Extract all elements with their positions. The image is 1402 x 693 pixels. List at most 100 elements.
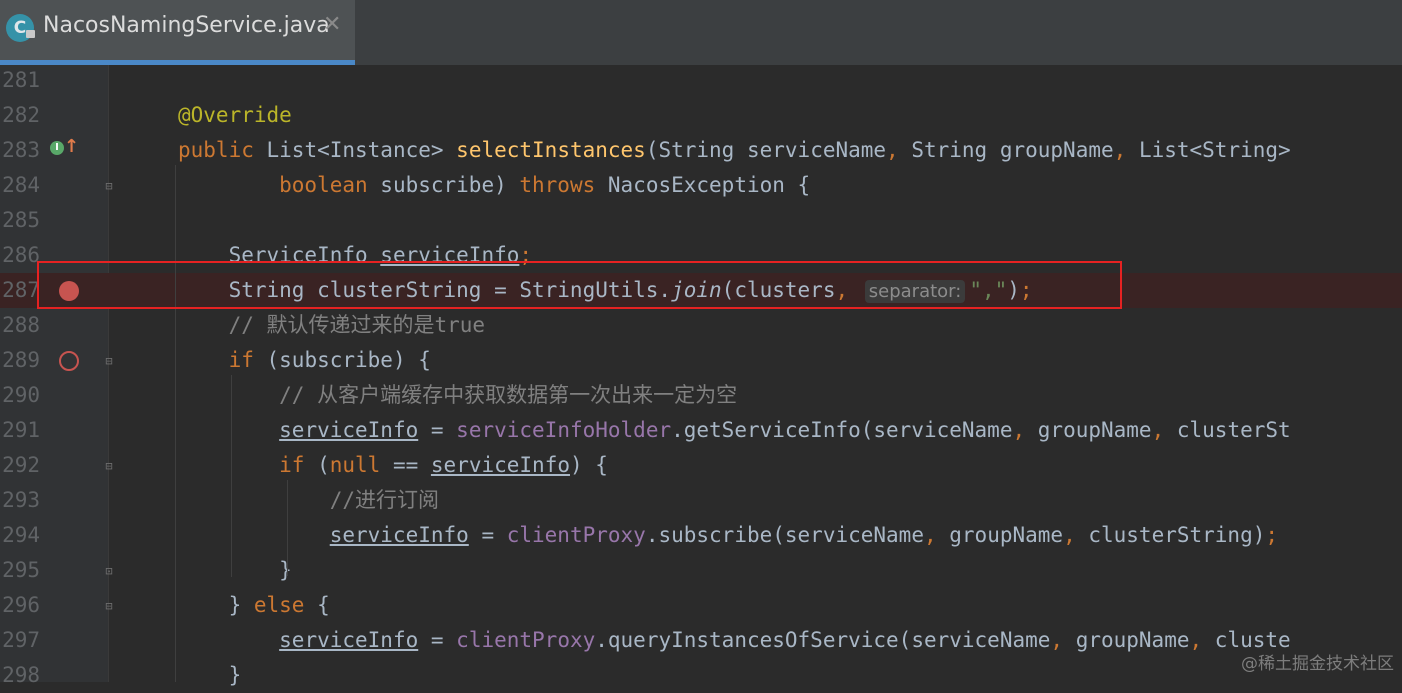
implements-method-icon[interactable]: I bbox=[50, 141, 64, 155]
code-line[interactable]: 283 public List<Instance> selectInstances… bbox=[0, 133, 1402, 168]
code-text[interactable]: serviceInfo = clientProxy.queryInstances… bbox=[178, 623, 1291, 658]
line-number[interactable]: 285 bbox=[0, 203, 40, 238]
line-number[interactable]: 288 bbox=[0, 308, 40, 343]
tab-nacos-naming-service[interactable]: C NacosNamingService.java ✕ bbox=[0, 0, 355, 65]
line-number[interactable]: 295 bbox=[0, 553, 40, 588]
code-line[interactable]: 281 bbox=[0, 63, 1402, 98]
code-token: groupName bbox=[949, 523, 1064, 547]
code-token: , bbox=[923, 523, 950, 547]
close-tab-icon[interactable]: ✕ bbox=[323, 12, 341, 37]
fold-collapse-icon[interactable]: ⊟ bbox=[103, 460, 115, 472]
line-number[interactable]: 282 bbox=[0, 98, 40, 133]
line-number[interactable]: 297 bbox=[0, 623, 40, 658]
code-token: ( bbox=[317, 453, 330, 477]
code-token: selectInstances bbox=[456, 138, 646, 162]
code-line[interactable]: 282 @Override bbox=[0, 98, 1402, 133]
fold-collapse-icon[interactable]: ⊟ bbox=[103, 180, 115, 192]
code-text[interactable]: } bbox=[178, 658, 242, 693]
code-token: , bbox=[835, 278, 861, 302]
line-number[interactable]: 291 bbox=[0, 413, 40, 448]
code-token: // 默认传递过来的是true bbox=[178, 313, 486, 337]
code-token: clientProxy bbox=[506, 523, 646, 547]
code-line[interactable]: 295 } bbox=[0, 553, 1402, 588]
code-token: ; bbox=[1019, 278, 1033, 302]
line-number[interactable]: 294 bbox=[0, 518, 40, 553]
code-token: , bbox=[1151, 418, 1177, 442]
code-text[interactable]: } bbox=[178, 553, 292, 588]
code-token: , bbox=[1063, 523, 1089, 547]
code-token: List<Instance> bbox=[266, 138, 457, 162]
code-token: (String serviceName bbox=[645, 138, 887, 162]
code-line[interactable]: 292 if (null == serviceInfo) { bbox=[0, 448, 1402, 483]
editor-tab-bar: C NacosNamingService.java ✕ bbox=[0, 0, 1402, 65]
code-text[interactable]: // 默认传递过来的是true bbox=[178, 308, 486, 343]
code-text[interactable]: String clusterString = StringUtils.join(… bbox=[178, 273, 1033, 309]
code-token: serviceInfo bbox=[329, 523, 469, 547]
code-line[interactable]: 284 boolean subscribe) throws NacosExcep… bbox=[0, 168, 1402, 203]
code-line[interactable]: 296 } else { bbox=[0, 588, 1402, 623]
code-token: groupName bbox=[1037, 418, 1152, 442]
code-token: , bbox=[1113, 138, 1139, 162]
code-token: ) bbox=[1007, 278, 1020, 302]
code-text[interactable]: @Override bbox=[178, 98, 292, 133]
code-token: , bbox=[1189, 628, 1215, 652]
line-number[interactable]: 287 bbox=[0, 273, 40, 308]
line-number[interactable]: 284 bbox=[0, 168, 40, 203]
code-token: String clusterString = StringUtils. bbox=[178, 278, 672, 302]
code-text[interactable]: public List<Instance> selectInstances(St… bbox=[178, 133, 1291, 168]
fold-collapse-icon[interactable]: ⊟ bbox=[103, 355, 115, 367]
fold-end-icon[interactable]: ⊡ bbox=[103, 565, 115, 577]
tab-label: NacosNamingService.java bbox=[43, 13, 330, 38]
code-text[interactable]: if (subscribe) { bbox=[178, 343, 431, 378]
line-number[interactable]: 290 bbox=[0, 378, 40, 413]
indent-guide bbox=[287, 480, 288, 576]
code-line[interactable]: 297 serviceInfo = clientProxy.queryInsta… bbox=[0, 623, 1402, 658]
line-number[interactable]: 286 bbox=[0, 238, 40, 273]
code-text[interactable]: ServiceInfo serviceInfo; bbox=[178, 238, 532, 273]
code-token: serviceInfoHolder bbox=[456, 418, 672, 442]
code-text[interactable]: serviceInfo = clientProxy.subscribe(serv… bbox=[178, 518, 1278, 553]
code-line[interactable]: 291 serviceInfo = serviceInfoHolder.getS… bbox=[0, 413, 1402, 448]
code-token: (subscribe) { bbox=[266, 348, 431, 372]
line-number[interactable]: 283 bbox=[0, 133, 40, 168]
code-token: ) { bbox=[569, 453, 608, 477]
code-line[interactable]: 286 ServiceInfo serviceInfo; bbox=[0, 238, 1402, 273]
code-token: == bbox=[392, 453, 431, 477]
line-number[interactable]: 281 bbox=[0, 63, 40, 98]
code-line[interactable]: 285 bbox=[0, 203, 1402, 238]
code-text[interactable]: // 从客户端缓存中获取数据第一次出来一定为空 bbox=[178, 378, 737, 413]
code-token: ServiceInfo bbox=[178, 243, 381, 267]
code-token: @Override bbox=[178, 103, 292, 127]
indent-guide bbox=[231, 375, 232, 577]
code-line[interactable]: 289 if (subscribe) { bbox=[0, 343, 1402, 378]
code-token: (clusters bbox=[721, 278, 836, 302]
code-line[interactable]: 298 } bbox=[0, 658, 1402, 693]
line-number[interactable]: 298 bbox=[0, 658, 40, 693]
read-only-lock-icon bbox=[26, 30, 35, 38]
breakpoint-icon[interactable] bbox=[59, 280, 79, 301]
line-number[interactable]: 292 bbox=[0, 448, 40, 483]
code-token: ; bbox=[519, 243, 533, 267]
code-line[interactable]: 294 serviceInfo = clientProxy.subscribe(… bbox=[0, 518, 1402, 553]
code-text[interactable]: } else { bbox=[178, 588, 330, 623]
line-number[interactable]: 289 bbox=[0, 343, 40, 378]
code-line[interactable]: 293 //进行订阅 bbox=[0, 483, 1402, 518]
code-text[interactable]: boolean subscribe) throws NacosException… bbox=[178, 168, 810, 203]
code-token: //进行订阅 bbox=[178, 488, 440, 512]
go-to-interface-arrow-icon[interactable]: ↑ bbox=[64, 136, 79, 157]
code-text[interactable]: //进行订阅 bbox=[178, 483, 439, 518]
code-text[interactable]: serviceInfo = serviceInfoHolder.getServi… bbox=[178, 413, 1291, 448]
code-line[interactable]: 288 // 默认传递过来的是true bbox=[0, 308, 1402, 343]
code-text[interactable]: if (null == serviceInfo) { bbox=[178, 448, 608, 483]
code-line[interactable]: 287 String clusterString = StringUtils.j… bbox=[0, 273, 1402, 308]
line-number[interactable]: 293 bbox=[0, 483, 40, 518]
parameter-hint: separator: bbox=[864, 280, 966, 303]
code-token: serviceInfo bbox=[430, 453, 570, 477]
code-token: // 从客户端缓存中获取数据第一次出来一定为空 bbox=[178, 383, 738, 407]
disabled-breakpoint-icon[interactable] bbox=[59, 350, 79, 371]
fold-collapse-icon[interactable]: ⊟ bbox=[103, 600, 115, 612]
code-token: clientProxy bbox=[456, 628, 596, 652]
line-number[interactable]: 296 bbox=[0, 588, 40, 623]
code-line[interactable]: 290 // 从客户端缓存中获取数据第一次出来一定为空 bbox=[0, 378, 1402, 413]
